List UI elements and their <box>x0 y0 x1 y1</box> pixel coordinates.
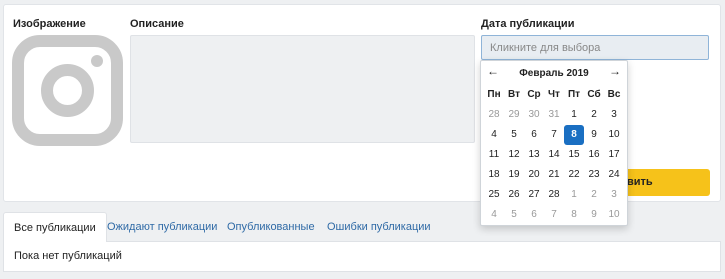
calendar-day[interactable]: 6 <box>524 205 544 225</box>
calendar-weekday: Пт <box>567 89 581 100</box>
calendar-week-row: 4 5 6 7 8 9 10 <box>484 125 624 145</box>
image-label: Изображение <box>13 18 86 30</box>
calendar-day[interactable]: 20 <box>524 165 544 185</box>
date-picker-calendar: ← Февраль 2019 → Пн Вт Ср Чт Пт Сб Вс 28 29 30 31 1… <box>480 60 628 226</box>
instagram-lens <box>41 64 94 117</box>
calendar-day[interactable]: 2 <box>584 185 604 205</box>
calendar-day[interactable]: 16 <box>584 145 604 165</box>
calendar-day[interactable]: 3 <box>604 105 624 125</box>
calendar-day[interactable]: 4 <box>484 205 504 225</box>
calendar-day[interactable]: 18 <box>484 165 504 185</box>
description-label: Описание <box>130 18 184 30</box>
instagram-dot <box>91 55 103 67</box>
calendar-weekday: Вт <box>508 89 520 100</box>
empty-message: Пока нет публикаций <box>3 242 721 272</box>
arrow-right-icon[interactable]: → <box>607 64 623 78</box>
calendar-day[interactable]: 1 <box>564 105 584 125</box>
calendar-grid: Пн Вт Ср Чт Пт Сб Вс 28 29 30 31 1 2 3 4 5 6 7 8 9 10 11 12 13 1… <box>484 85 624 225</box>
calendar-weekday: Пн <box>487 89 501 100</box>
date-label: Дата публикации <box>481 18 575 30</box>
calendar-day[interactable]: 24 <box>604 165 624 185</box>
calendar-day[interactable]: 17 <box>604 145 624 165</box>
calendar-day[interactable]: 22 <box>564 165 584 185</box>
calendar-week-row: 4 5 6 7 8 9 10 <box>484 205 624 225</box>
calendar-day[interactable]: 1 <box>564 185 584 205</box>
calendar-day[interactable]: 12 <box>504 145 524 165</box>
calendar-day[interactable]: 5 <box>504 125 524 145</box>
calendar-day[interactable]: 9 <box>584 205 604 225</box>
calendar-day[interactable]: 30 <box>524 105 544 125</box>
calendar-week-row: 11 12 13 14 15 16 17 <box>484 145 624 165</box>
calendar-day[interactable]: 5 <box>504 205 524 225</box>
calendar-day[interactable]: 28 <box>484 105 504 125</box>
calendar-day[interactable]: 6 <box>524 125 544 145</box>
calendar-day[interactable]: 8 <box>564 125 584 145</box>
calendar-day[interactable]: 27 <box>524 185 544 205</box>
calendar-weekday-row: Пн Вт Ср Чт Пт Сб Вс <box>484 85 624 105</box>
calendar-day[interactable]: 4 <box>484 125 504 145</box>
calendar-day[interactable]: 8 <box>564 205 584 225</box>
calendar-day[interactable]: 31 <box>544 105 564 125</box>
calendar-day[interactable]: 25 <box>484 185 504 205</box>
calendar-day[interactable]: 7 <box>544 125 564 145</box>
calendar-day[interactable]: 14 <box>544 145 564 165</box>
description-textarea[interactable] <box>130 35 475 143</box>
instagram-icon[interactable] <box>12 35 123 146</box>
calendar-week-row: 28 29 30 31 1 2 3 <box>484 105 624 125</box>
date-input[interactable]: Кликните для выбора <box>481 35 709 60</box>
calendar-day[interactable]: 23 <box>584 165 604 185</box>
calendar-day[interactable]: 11 <box>484 145 504 165</box>
tab-errors[interactable]: Ошибки публикации <box>317 212 441 242</box>
calendar-weekday: Чт <box>548 89 560 100</box>
calendar-day[interactable]: 10 <box>604 205 624 225</box>
calendar-weekday: Вс <box>607 89 621 100</box>
calendar-day[interactable]: 10 <box>604 125 624 145</box>
tab-pending[interactable]: Ожидают публикации <box>97 212 227 242</box>
calendar-day[interactable]: 2 <box>584 105 604 125</box>
calendar-day[interactable]: 13 <box>524 145 544 165</box>
calendar-day[interactable]: 3 <box>604 185 624 205</box>
calendar-weekday: Сб <box>587 89 601 100</box>
calendar-day[interactable]: 19 <box>504 165 524 185</box>
calendar-day[interactable]: 15 <box>564 145 584 165</box>
calendar-day[interactable]: 9 <box>584 125 604 145</box>
calendar-month-title: Февраль 2019 <box>519 68 589 79</box>
calendar-week-row: 18 19 20 21 22 23 24 <box>484 165 624 185</box>
tab-all[interactable]: Все публикации <box>3 212 107 243</box>
calendar-day[interactable]: 26 <box>504 185 524 205</box>
calendar-day[interactable]: 7 <box>544 205 564 225</box>
calendar-day[interactable]: 29 <box>504 105 524 125</box>
calendar-day[interactable]: 21 <box>544 165 564 185</box>
calendar-day[interactable]: 28 <box>544 185 564 205</box>
calendar-weekday: Ср <box>527 89 541 100</box>
tab-published[interactable]: Опубликованные <box>217 212 325 242</box>
calendar-header: Февраль 2019 <box>481 66 627 82</box>
calendar-week-row: 25 26 27 28 1 2 3 <box>484 185 624 205</box>
